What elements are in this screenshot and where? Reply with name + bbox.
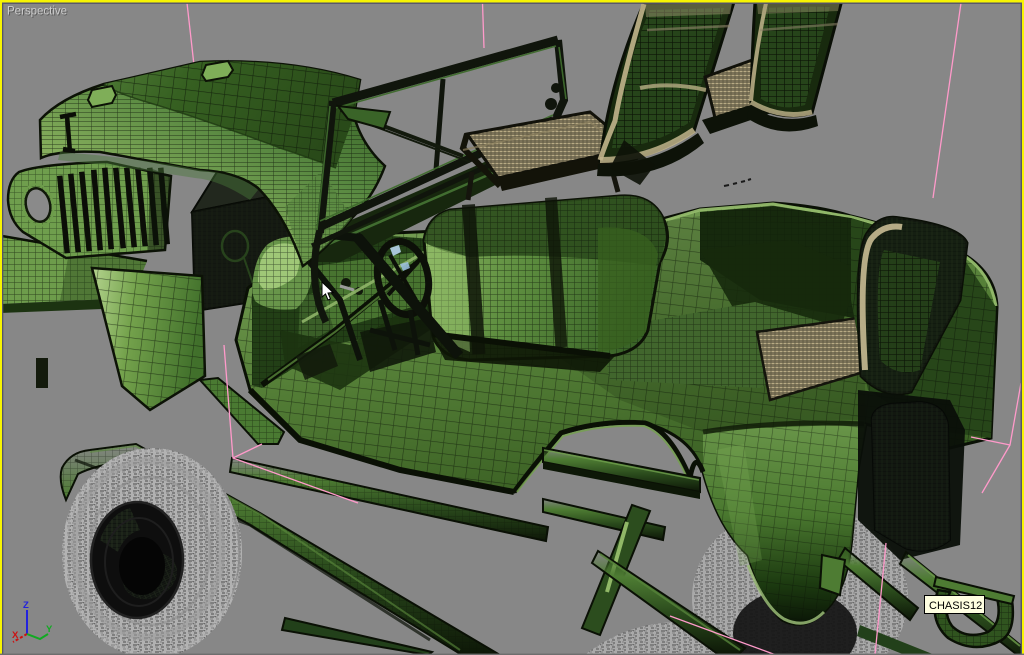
svg-text:CHASIS12: CHASIS12 bbox=[929, 600, 982, 612]
svg-text:Perspective: Perspective bbox=[7, 6, 67, 18]
svg-text:X: X bbox=[12, 630, 19, 641]
svg-text:Z: Z bbox=[23, 600, 29, 611]
svg-text:Y: Y bbox=[46, 624, 53, 635]
